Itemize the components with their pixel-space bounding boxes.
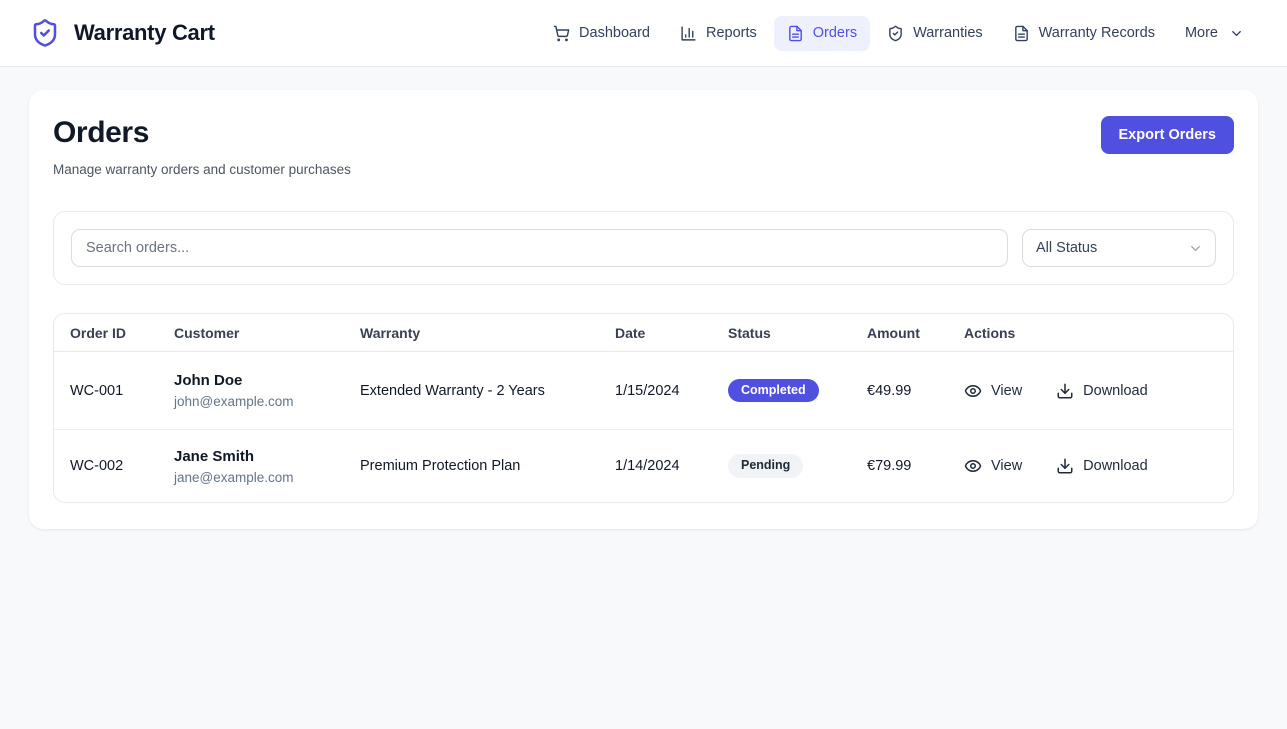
page-title: Orders bbox=[53, 116, 351, 150]
view-label: View bbox=[991, 383, 1022, 399]
order-id-cell: WC-001 bbox=[70, 383, 174, 399]
chevron-down-icon bbox=[1229, 26, 1244, 41]
page-subtitle: Manage warranty orders and customer purc… bbox=[53, 162, 351, 177]
main-content: Orders Manage warranty orders and custom… bbox=[0, 67, 1287, 552]
search-input[interactable] bbox=[71, 229, 1008, 267]
download-label: Download bbox=[1083, 458, 1148, 474]
column-header-date: Date bbox=[615, 325, 728, 341]
nav-item-orders[interactable]: Orders bbox=[774, 16, 870, 51]
column-header-customer: Customer bbox=[174, 325, 360, 341]
filters-bar: All Status bbox=[53, 211, 1234, 285]
amount-cell: €79.99 bbox=[867, 458, 964, 474]
nav-item-more[interactable]: More bbox=[1172, 16, 1257, 50]
table-header-row: Order ID Customer Warranty Date Status A… bbox=[54, 314, 1233, 352]
nav-label: Dashboard bbox=[579, 25, 650, 41]
view-button[interactable]: View bbox=[964, 382, 1022, 400]
warranty-cell: Extended Warranty - 2 Years bbox=[360, 383, 615, 399]
orders-table: Order ID Customer Warranty Date Status A… bbox=[53, 313, 1234, 503]
export-orders-button[interactable]: Export Orders bbox=[1101, 116, 1235, 154]
status-filter-select[interactable]: All Status bbox=[1022, 229, 1216, 267]
date-cell: 1/14/2024 bbox=[615, 458, 728, 474]
download-button[interactable]: Download bbox=[1056, 457, 1148, 475]
status-badge: Pending bbox=[728, 454, 803, 478]
customer-cell: Jane Smith jane@example.com bbox=[174, 448, 360, 485]
file-text-icon bbox=[787, 25, 804, 42]
eye-icon bbox=[964, 457, 982, 475]
top-navbar: Warranty Cart Dashboard Reports bbox=[0, 0, 1287, 67]
nav-label: Warranties bbox=[913, 25, 983, 41]
customer-name: John Doe bbox=[174, 372, 360, 389]
date-cell: 1/15/2024 bbox=[615, 383, 728, 399]
chevron-down-icon bbox=[1188, 241, 1203, 256]
status-badge: Completed bbox=[728, 379, 819, 403]
page-title-block: Orders Manage warranty orders and custom… bbox=[53, 116, 351, 177]
actions-cell: View Download bbox=[964, 457, 1217, 475]
table-row: WC-002 Jane Smith jane@example.com Premi… bbox=[54, 430, 1233, 502]
customer-email: jane@example.com bbox=[174, 470, 360, 485]
status-cell: Completed bbox=[728, 379, 867, 403]
column-header-amount: Amount bbox=[867, 325, 964, 341]
file-text-icon bbox=[1013, 25, 1030, 42]
column-header-actions: Actions bbox=[964, 325, 1217, 341]
column-header-status: Status bbox=[728, 325, 867, 341]
nav-label: Reports bbox=[706, 25, 757, 41]
nav-item-warranties[interactable]: Warranties bbox=[874, 16, 996, 51]
customer-email: john@example.com bbox=[174, 394, 360, 409]
orders-card: Orders Manage warranty orders and custom… bbox=[29, 90, 1258, 529]
view-button[interactable]: View bbox=[964, 457, 1022, 475]
nav-item-dashboard[interactable]: Dashboard bbox=[540, 16, 663, 51]
brand-title: Warranty Cart bbox=[74, 20, 215, 46]
eye-icon bbox=[964, 382, 982, 400]
nav-item-reports[interactable]: Reports bbox=[667, 16, 770, 51]
main-nav: Dashboard Reports Orders bbox=[540, 16, 1257, 51]
status-filter-value: All Status bbox=[1036, 240, 1097, 256]
order-id-cell: WC-002 bbox=[70, 458, 174, 474]
download-button[interactable]: Download bbox=[1056, 382, 1148, 400]
shopping-cart-icon bbox=[553, 25, 570, 42]
shield-check-icon bbox=[887, 25, 904, 42]
customer-name: Jane Smith bbox=[174, 448, 360, 465]
download-label: Download bbox=[1083, 383, 1148, 399]
nav-item-warranty-records[interactable]: Warranty Records bbox=[1000, 16, 1168, 51]
customer-cell: John Doe john@example.com bbox=[174, 372, 360, 409]
column-header-warranty: Warranty bbox=[360, 325, 615, 341]
nav-label: Orders bbox=[813, 25, 857, 41]
nav-label: Warranty Records bbox=[1039, 25, 1155, 41]
column-header-order-id: Order ID bbox=[70, 325, 174, 341]
status-cell: Pending bbox=[728, 454, 867, 478]
warranty-cell: Premium Protection Plan bbox=[360, 458, 615, 474]
shield-check-icon bbox=[30, 18, 60, 48]
view-label: View bbox=[991, 458, 1022, 474]
bar-chart-icon bbox=[680, 25, 697, 42]
page-header: Orders Manage warranty orders and custom… bbox=[53, 116, 1234, 177]
amount-cell: €49.99 bbox=[867, 383, 964, 399]
nav-label: More bbox=[1185, 25, 1218, 41]
download-icon bbox=[1056, 457, 1074, 475]
brand[interactable]: Warranty Cart bbox=[30, 18, 215, 48]
actions-cell: View Download bbox=[964, 382, 1217, 400]
table-row: WC-001 John Doe john@example.com Extende… bbox=[54, 352, 1233, 430]
download-icon bbox=[1056, 382, 1074, 400]
